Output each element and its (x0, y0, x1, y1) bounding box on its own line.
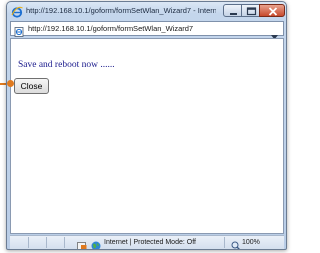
security-zone-text: Internet | Protected Mode: Off (104, 239, 196, 246)
callout-dot (7, 80, 14, 87)
status-divider (46, 237, 47, 248)
status-divider (28, 237, 29, 248)
window-title: http://192.168.10.1/goform/formSetWlan_W… (26, 6, 216, 15)
address-url: http://192.168.10.1/goform/formSetWlan_W… (28, 24, 194, 33)
close-button[interactable]: Close (14, 78, 49, 94)
maximize-button[interactable] (241, 4, 260, 17)
window-close-button[interactable] (259, 4, 285, 17)
globe-icon (91, 238, 101, 249)
page-content: Save and reboot now ...... Close (10, 38, 284, 234)
minimize-button[interactable] (223, 4, 242, 17)
protected-mode-icon[interactable] (77, 238, 87, 249)
zoom-icon[interactable] (231, 238, 241, 249)
save-reboot-message: Save and reboot now ...... (18, 60, 115, 70)
chevron-down-icon[interactable] (271, 27, 278, 40)
status-divider (224, 237, 225, 248)
chevron-down-icon[interactable] (274, 241, 280, 245)
status-bar: Internet | Protected Mode: Off 100% (10, 235, 284, 249)
status-divider (64, 237, 65, 248)
zoom-level[interactable]: 100% (242, 237, 268, 249)
address-bar[interactable]: http://192.168.10.1/goform/formSetWlan_W… (10, 21, 284, 40)
page-icon (14, 24, 24, 37)
close-icon (268, 7, 278, 16)
internet-explorer-icon (11, 5, 23, 18)
browser-popup-window: http://192.168.10.1/goform/formSetWlan_W… (6, 1, 287, 250)
title-bar[interactable]: http://192.168.10.1/goform/formSetWlan_W… (7, 2, 286, 19)
